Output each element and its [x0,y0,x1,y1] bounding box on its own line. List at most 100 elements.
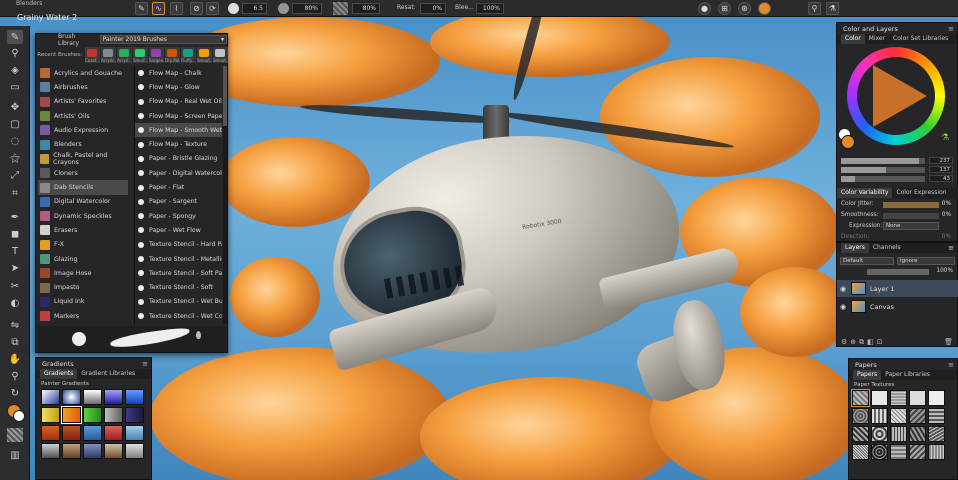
main-color[interactable] [841,135,855,149]
stroke-freehand-icon[interactable]: ∿ [152,2,165,15]
paper-texture-swatch[interactable] [890,408,907,424]
color-jitter-slider[interactable] [883,202,939,208]
mirror-icon[interactable]: ⊘ [190,2,203,15]
paper-texture-swatch[interactable] [928,408,945,424]
brush-selector[interactable]: Blenders Grainy Water 2 [14,0,77,29]
rotate-icon[interactable]: ⟳ [206,2,219,15]
paper-texture-swatch[interactable] [928,444,945,460]
tab-mixer[interactable]: Mixer [865,34,889,44]
gradient-swatch[interactable] [61,406,82,424]
brush-category-item[interactable]: F-X [38,238,128,252]
visibility-eye-icon[interactable]: ◉ [840,303,846,311]
recent-brush[interactable]: Fluffy.. [181,47,196,63]
rotate-page-icon[interactable]: ↻ [7,386,23,400]
saturation-triangle[interactable] [873,65,927,127]
paper-texture-swatch[interactable] [890,390,907,406]
recent-brush[interactable]: Coast.. [85,47,100,63]
layer-row[interactable]: ◉ Layer 1 [837,280,958,297]
opacity-field[interactable]: 80% [292,3,322,14]
select-shape-icon[interactable]: ➤ [7,261,23,275]
brush-category-item[interactable]: Digital Watercolor [38,195,128,209]
smoothness-value[interactable]: 0% [942,212,951,218]
brush-category-item[interactable]: Dynamic Speckles [38,209,128,223]
recent-brush[interactable]: Dry Pal.. [165,47,180,63]
lock-icon[interactable]: ⊡ [877,338,886,346]
lasso-icon[interactable]: ◌ [7,134,23,148]
gradient-swatch[interactable] [104,389,123,405]
dropper-tool-icon[interactable]: ⚲ [7,46,23,60]
brush-category-item[interactable]: Impasto [38,280,128,294]
recent-brush[interactable]: Smud.. [133,47,148,63]
gradient-swatch[interactable] [125,443,144,459]
brush-variant-item[interactable]: Texture Stencil - Soft [135,280,222,294]
gradient-swatch[interactable] [41,425,60,441]
red-slider[interactable] [841,158,925,164]
brush-variant-item[interactable]: Flow Map - Glow [135,80,222,94]
paper-texture-swatch[interactable] [909,390,926,406]
brush-category-item[interactable]: Erasers [38,223,128,237]
gradient-swatch[interactable] [83,425,102,441]
brush-variant-item[interactable]: Flow Map - Screen Paper [135,109,222,123]
recent-brush[interactable]: Smoot.. [213,47,228,63]
recent-brush[interactable]: Sargen.. [149,47,164,63]
shape-icon[interactable]: ◼ [7,227,23,241]
brush-library-dropdown[interactable]: Painter 2019 Brushes [99,35,227,44]
paper-texture-swatch[interactable] [852,408,869,424]
paper-swatch-icon[interactable] [7,428,23,442]
green-value[interactable]: 137 [929,166,953,173]
gradient-swatch[interactable] [62,389,81,405]
gradient-swatch[interactable] [83,407,102,423]
composite-dropdown[interactable]: Ignore [897,257,955,265]
gradient-swatch[interactable] [41,443,60,459]
menu-icon[interactable]: ≡ [142,360,148,368]
dial-icon[interactable]: ⊛ [738,2,751,15]
grain-field[interactable]: 80% [352,3,380,14]
gradient-swatch[interactable] [125,425,144,441]
brush-variant-item[interactable]: Texture Stencil - Soft Pastel [135,266,222,280]
pen-icon[interactable]: ✒ [7,210,23,224]
tab-papers[interactable]: Papers [853,370,882,380]
perspective-icon[interactable]: ⧉ [7,335,23,349]
paper-texture-swatch[interactable] [851,389,870,407]
smoothness-slider[interactable] [883,213,939,219]
color-wheel[interactable] [847,47,945,145]
brush-category-item[interactable]: Audio Expression [38,123,128,137]
brush-variant-item[interactable]: Flow Map - Smooth Wet Oil [135,123,222,138]
resat-field[interactable]: 0% [420,3,446,14]
paper-texture-swatch[interactable] [928,390,945,406]
zoom-icon[interactable]: ⚲ [7,369,23,383]
paper-texture-swatch[interactable] [909,426,926,442]
brush-variant-item[interactable]: Paper - Bristle Glazing [135,152,222,166]
new-layer-icon[interactable]: ⊕ [850,338,859,346]
brush-category-item[interactable]: Image Hose [38,266,128,280]
paper-texture-swatch[interactable] [890,444,907,460]
brush-category-item[interactable]: Chalk, Pastel and Crayons [38,152,128,166]
text-tool-icon[interactable]: T [7,244,23,258]
blend-mode-dropdown[interactable]: Default [840,257,894,265]
tab-channels[interactable]: Channels [869,243,905,253]
brush-variant-item[interactable]: Texture Stencil - Hard Pastel [135,238,222,252]
bleed-field[interactable]: 100% [476,3,504,14]
brush-variant-item[interactable]: Texture Stencil - Metallic [135,252,222,266]
crop-icon[interactable]: ⌗ [7,186,23,200]
tab-color[interactable]: Color [841,34,865,44]
red-value[interactable]: 237 [929,157,953,164]
color-swap-icon[interactable] [758,2,771,15]
gradient-swatch[interactable] [83,389,102,405]
recent-brush[interactable]: Smoot.. [197,47,212,63]
paper-texture-swatch[interactable] [871,390,888,406]
rect-select-icon[interactable]: ▢ [7,117,23,131]
green-slider[interactable] [841,167,925,173]
brush-variant-item[interactable]: Paper - Digital Watercolor Pap [135,166,222,180]
dodge-icon[interactable]: ◐ [7,296,23,310]
brush-category-item[interactable]: Glazing [38,252,128,266]
brush-category-item[interactable]: Blenders [38,137,128,151]
recent-brush[interactable]: Acryli.. [117,47,132,63]
expression-dropdown[interactable]: None [883,222,939,230]
brush-variant-item[interactable]: Paper - Spongy [135,209,222,223]
transform-icon[interactable]: ⤢ [7,168,23,182]
brush-category-item[interactable]: Artists' Favorites [38,95,128,109]
brush-category-item[interactable]: Acrylics and Gouache [38,66,128,80]
tab-gradient-libraries[interactable]: Gradient Libraries [77,369,139,379]
tab-gradients[interactable]: Gradients [40,369,78,379]
